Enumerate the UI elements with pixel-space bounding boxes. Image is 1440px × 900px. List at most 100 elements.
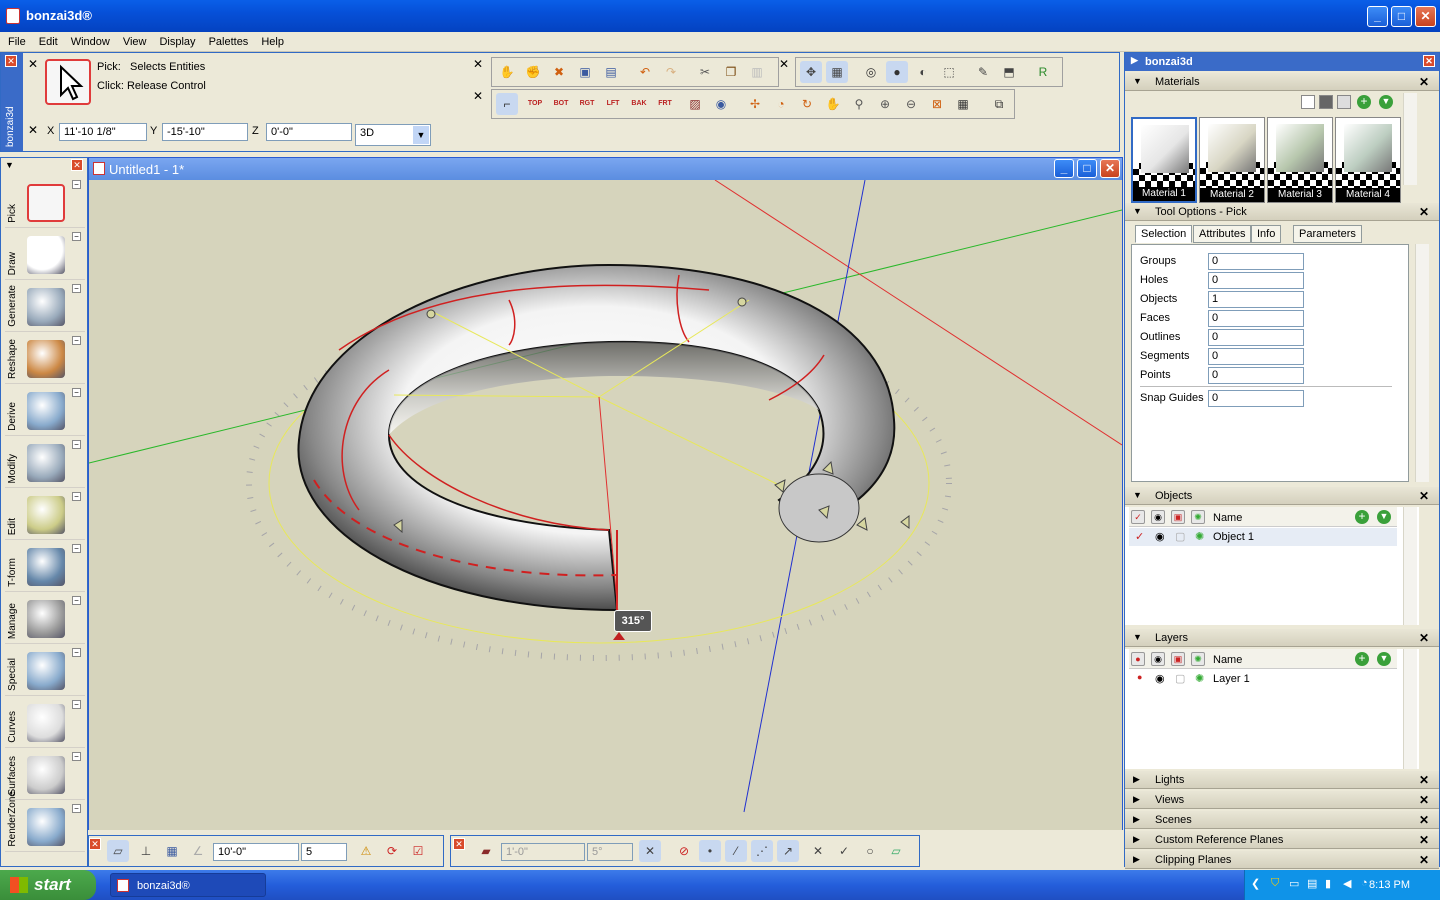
close-icon[interactable]: ✕ — [71, 159, 83, 171]
zoom-in-icon[interactable]: ⊕ — [874, 93, 896, 115]
snap-intersection-icon[interactable]: ✕ — [807, 840, 829, 862]
axis-icon[interactable]: ⌐ — [496, 93, 518, 115]
dot-icon[interactable]: ● — [1137, 672, 1142, 682]
tool-renderzone[interactable]: RenderZone − — [5, 791, 85, 852]
tool-edit[interactable]: Edit − — [5, 490, 85, 540]
doc-maximize-button[interactable]: □ — [1077, 159, 1097, 178]
pencil-icon[interactable]: ✎ — [972, 61, 994, 83]
close-icon[interactable]: ✕ — [453, 838, 465, 850]
start-button[interactable]: start — [0, 870, 96, 900]
redo-icon[interactable]: ↷ — [660, 61, 682, 83]
taskbar-item[interactable]: bonzai3d® — [110, 873, 266, 897]
view-top-button[interactable]: TOP — [524, 93, 546, 115]
menu-edit[interactable]: Edit — [31, 32, 63, 48]
close-icon[interactable]: ✕ — [1419, 773, 1429, 787]
option-value[interactable]: 0 — [1208, 329, 1304, 346]
close-icon[interactable]: ✕ — [1419, 853, 1429, 867]
checklist-icon[interactable]: ☑ — [407, 840, 429, 862]
snap-icon[interactable]: ✥ — [800, 61, 822, 83]
bonzai3d-side-tab[interactable]: ✕ bonzai3d — [1, 53, 23, 151]
network-icon[interactable]: ▭ — [1289, 877, 1299, 890]
expand-icon[interactable]: − — [72, 232, 81, 241]
light-icon[interactable]: ✺ — [1191, 510, 1205, 524]
grid-count-input[interactable]: 5 — [301, 843, 347, 861]
section-header-lights[interactable]: ▶ Lights ✕ — [1125, 771, 1439, 789]
list-view-icon[interactable] — [1301, 95, 1315, 109]
torus-end-cap[interactable] — [778, 473, 860, 543]
expand-icon[interactable]: − — [72, 648, 81, 657]
lock-icon[interactable]: ▣ — [1171, 652, 1185, 666]
maximize-button[interactable]: □ — [1391, 6, 1412, 27]
eye-icon[interactable]: ◔ — [770, 93, 792, 115]
expand-icon[interactable]: − — [72, 284, 81, 293]
expand-icon[interactable]: − — [72, 336, 81, 345]
object-options-icon[interactable]: ▼ — [1377, 510, 1391, 524]
expand-icon[interactable]: − — [72, 804, 81, 813]
menu-window[interactable]: Window — [63, 32, 115, 48]
save-as-icon[interactable]: ▤ — [600, 61, 622, 83]
minimize-button[interactable]: _ — [1367, 6, 1388, 27]
zoom-out-icon[interactable]: ⊖ — [900, 93, 922, 115]
tool-derive[interactable]: Derive − — [5, 386, 85, 436]
material-swatch[interactable]: Material 3 — [1267, 117, 1333, 203]
no-snap-icon[interactable]: ⊘ — [673, 840, 695, 862]
option-value[interactable]: 0 — [1208, 272, 1304, 289]
menu-help[interactable]: Help — [253, 32, 289, 48]
grid-spacing-input[interactable]: 10'-0" — [213, 843, 299, 861]
add-object-icon[interactable]: + — [1355, 510, 1369, 524]
material-swatch[interactable]: Material 4 — [1335, 117, 1401, 203]
x-coordinate-input[interactable]: 11'-10 1/8" — [59, 123, 147, 141]
close-button[interactable]: ✕ — [1415, 6, 1436, 27]
grid-view-icon[interactable] — [1337, 95, 1351, 109]
snap-endpoint-icon[interactable]: ↗ — [777, 840, 799, 862]
section-header-clipping-planes[interactable]: ▶ Clipping Planes ✕ — [1125, 851, 1439, 869]
view-bottom-button[interactable]: BOT — [550, 93, 572, 115]
option-value[interactable]: 0 — [1208, 253, 1304, 270]
tool-modify[interactable]: Modify − — [5, 438, 85, 488]
swatch-view-icon[interactable] — [1319, 95, 1333, 109]
tool-generate[interactable]: Generate − — [5, 282, 85, 332]
tab-info[interactable]: Info — [1251, 225, 1282, 243]
fit-icon[interactable]: ⊠ — [926, 93, 948, 115]
tool-special[interactable]: Special − — [5, 646, 85, 696]
doc-close-button[interactable]: ✕ — [1100, 159, 1120, 178]
layers-scrollbar[interactable] — [1403, 649, 1417, 769]
display-icon[interactable]: ▤ — [1307, 877, 1317, 890]
expand-icon[interactable]: − — [72, 388, 81, 397]
snap-face-icon[interactable]: ▱ — [885, 840, 907, 862]
warning-icon[interactable]: ⚠ — [355, 840, 377, 862]
expand-icon[interactable]: − — [72, 596, 81, 605]
menu-display[interactable]: Display — [151, 32, 200, 48]
section-header-scenes[interactable]: ▶ Scenes ✕ — [1125, 811, 1439, 829]
view-left-button[interactable]: LFT — [602, 93, 624, 115]
camera-icon[interactable]: ◉ — [710, 93, 732, 115]
view-back-button[interactable]: BAK — [628, 93, 650, 115]
check-icon[interactable]: ✓ — [1131, 510, 1145, 524]
expand-icon[interactable]: − — [72, 180, 81, 189]
menu-file[interactable]: File — [0, 32, 31, 48]
material-swatch[interactable]: Material 1 — [1131, 117, 1197, 203]
tool-pick[interactable]: Pick − — [5, 178, 85, 228]
close-icon[interactable]: ✕ — [779, 57, 789, 71]
snap-distance-input[interactable]: 1'-0" — [501, 843, 585, 861]
rz-icon[interactable]: R — [1032, 61, 1054, 83]
section-header-custom-reference-planes[interactable]: ▶ Custom Reference Planes ✕ — [1125, 831, 1439, 849]
close-icon[interactable]: ✕ — [28, 57, 38, 71]
close-icon[interactable]: ✕ — [473, 57, 483, 71]
tool-t-form[interactable]: T-form − — [5, 542, 85, 592]
expand-icon[interactable]: − — [72, 440, 81, 449]
plane-icon[interactable]: ▱ — [107, 840, 129, 862]
shield-icon[interactable]: ⛉ — [1271, 877, 1279, 890]
rotate-icon[interactable]: ↻ — [796, 93, 818, 115]
close-icon[interactable]: ✕ — [1419, 631, 1429, 645]
sketch-icon[interactable]: ⬚ — [938, 61, 960, 83]
z-coordinate-input[interactable]: 0'-0" — [266, 123, 352, 141]
eye-icon[interactable]: ◉ — [1151, 510, 1165, 524]
objects-header[interactable]: ▼ Objects ✕ — [1125, 487, 1439, 505]
expand-icon[interactable]: − — [72, 544, 81, 553]
light-icon[interactable]: ✺ — [1191, 652, 1205, 666]
option-value[interactable]: 0 — [1208, 367, 1304, 384]
material-swatch[interactable]: Material 2 — [1199, 117, 1265, 203]
pick-tool-button[interactable] — [45, 59, 91, 105]
cut-icon[interactable]: ✂ — [694, 61, 716, 83]
